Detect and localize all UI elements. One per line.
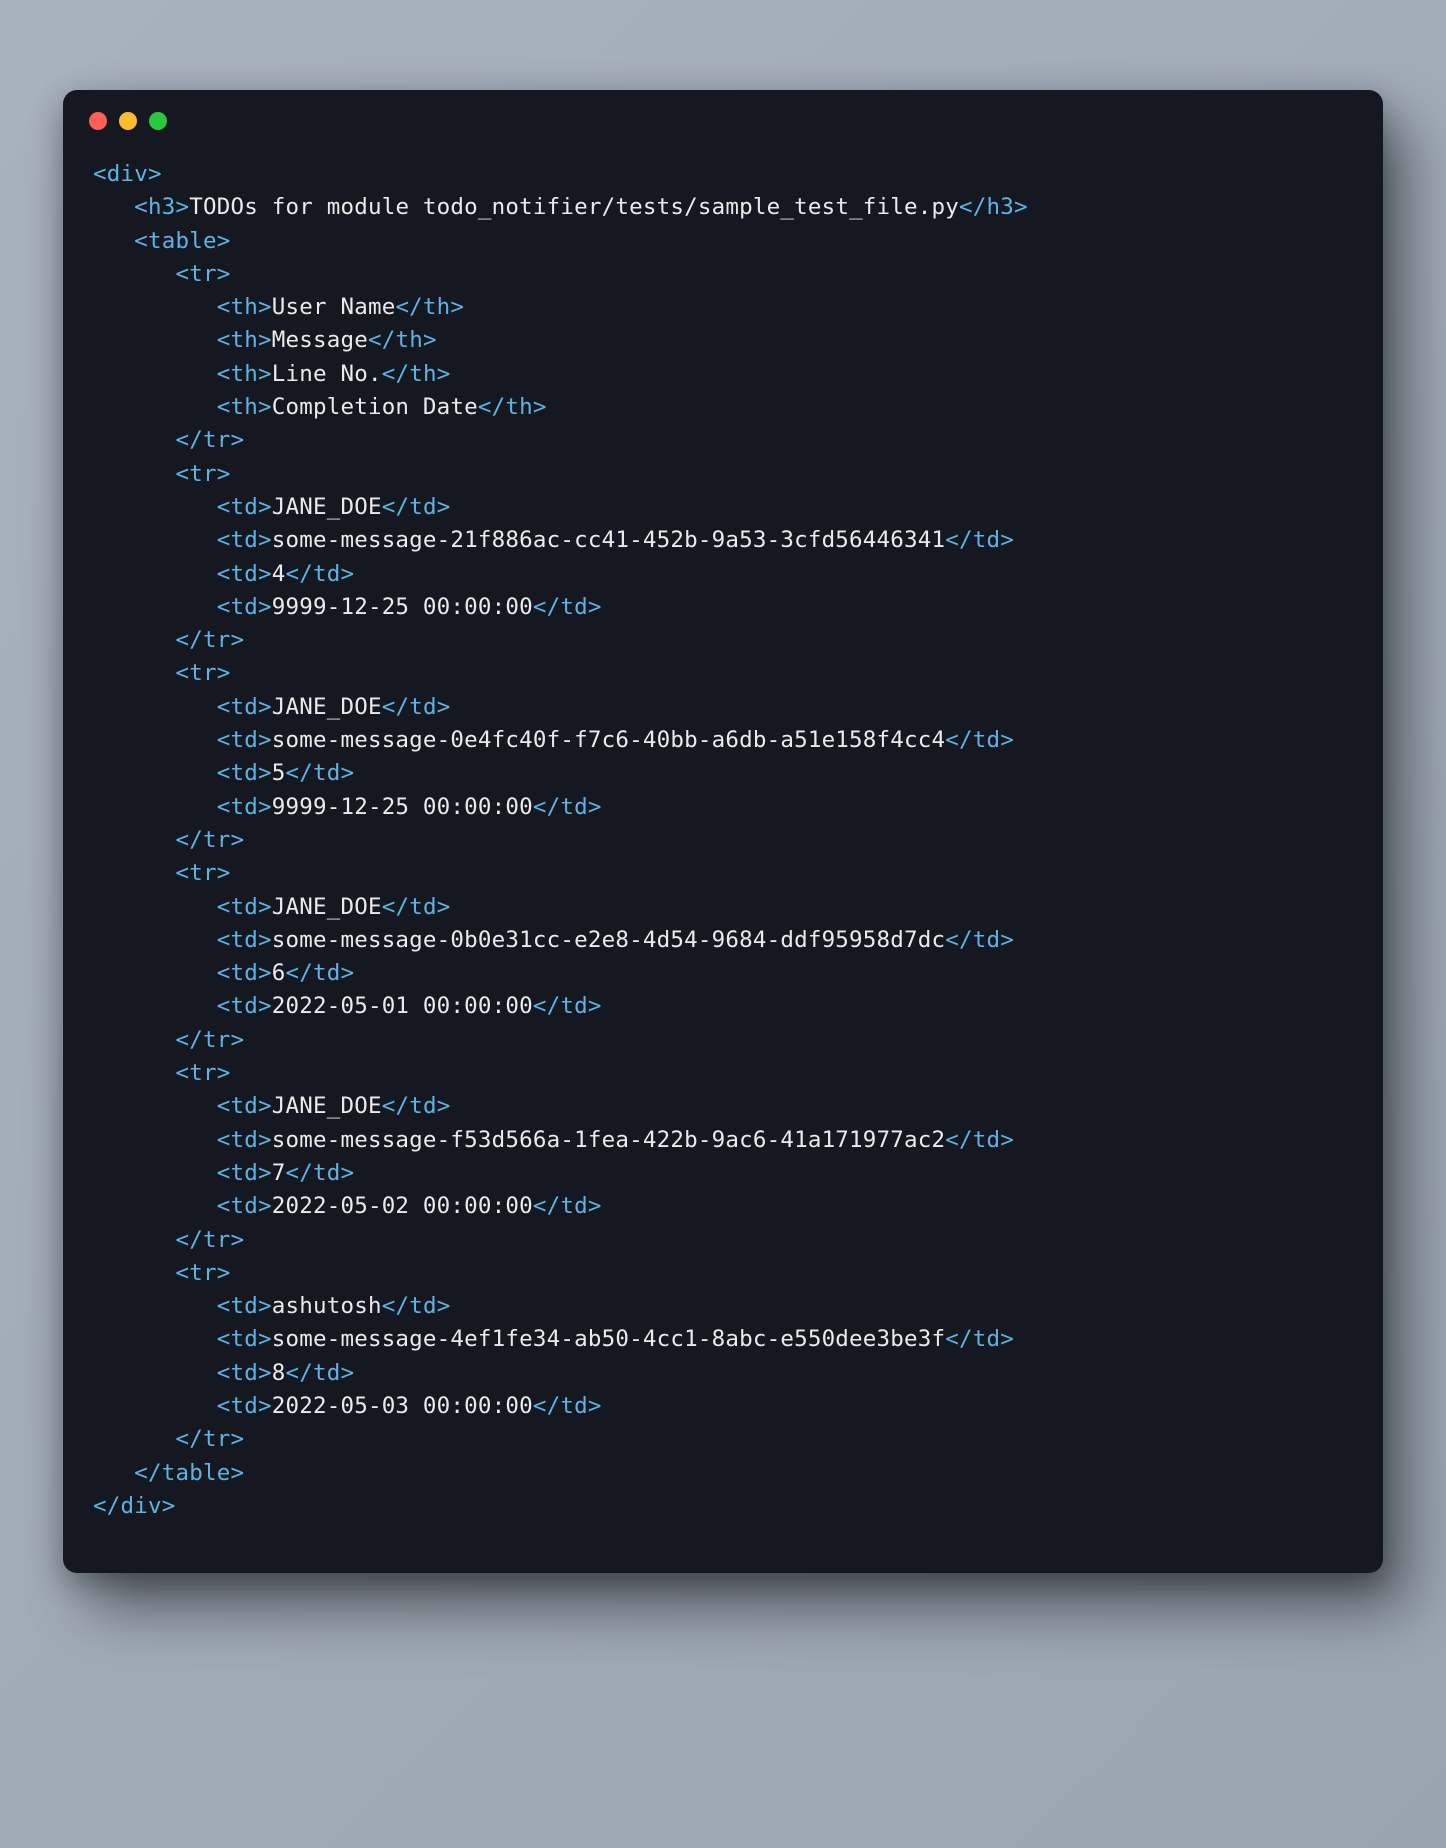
window-titlebar	[63, 90, 1383, 140]
close-icon[interactable]	[89, 112, 107, 130]
minimize-icon[interactable]	[119, 112, 137, 130]
code-content: <div> <h3>TODOs for module todo_notifier…	[63, 140, 1383, 1573]
code-window: <div> <h3>TODOs for module todo_notifier…	[63, 90, 1383, 1573]
maximize-icon[interactable]	[149, 112, 167, 130]
